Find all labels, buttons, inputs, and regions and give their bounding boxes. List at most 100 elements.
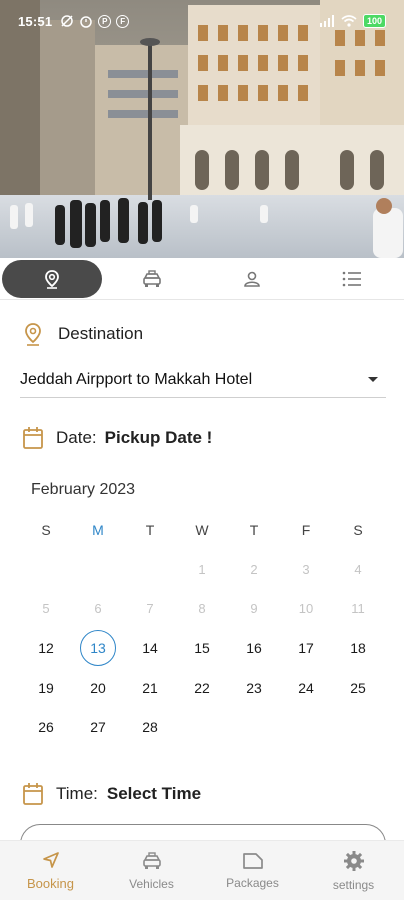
calendar-day-number: 4: [354, 561, 362, 577]
calendar-day-number: 15: [194, 640, 210, 657]
time-section: Time: Select Time: [22, 780, 201, 808]
calendar-weekday-row: SMTWTFS: [20, 510, 384, 550]
calendar-day[interactable]: 14: [124, 629, 176, 668]
nav-label: Packages: [226, 875, 279, 890]
nav-label: Vehicles: [129, 876, 174, 891]
calendar-empty-cell: [280, 708, 332, 747]
calendar-day[interactable]: 26: [20, 708, 72, 747]
calendar-day-number: 24: [298, 679, 314, 696]
nav-booking[interactable]: Booking: [0, 841, 101, 900]
nav-packages[interactable]: Packages: [202, 841, 303, 900]
calendar-day: 7: [124, 589, 176, 628]
calendar-empty-cell: [332, 708, 384, 747]
calendar-week-row: 19 20 21 22 23 24 25: [20, 668, 384, 708]
calendar-weekday: W: [195, 521, 209, 538]
calendar-day-number: 11: [351, 601, 365, 617]
date-section: Date: Pickup Date !: [22, 424, 212, 452]
calendar-day-number: 17: [298, 640, 314, 657]
step-tab-destination[interactable]: [2, 259, 102, 298]
calendar-day-number: 28: [142, 719, 158, 736]
calendar-day[interactable]: 25: [332, 668, 384, 707]
time-label: Time:: [56, 784, 98, 803]
calendar-day[interactable]: 18: [332, 629, 384, 668]
nav-vehicles[interactable]: Vehicles: [101, 841, 202, 900]
nav-label: Booking: [27, 876, 74, 891]
calendar-day-number: 23: [246, 679, 262, 696]
calendar-day-number: 2: [250, 561, 258, 577]
calendar-day-number: 14: [142, 640, 158, 657]
folder-icon: [242, 852, 263, 869]
calendar-day[interactable]: 17: [280, 629, 332, 668]
calendar-day[interactable]: 23: [228, 668, 280, 707]
list-icon: [342, 271, 361, 286]
status-time: 15:51: [18, 13, 53, 29]
calendar-day: 4: [332, 550, 384, 589]
taxi-icon: [143, 269, 161, 287]
calendar-day[interactable]: 15: [176, 629, 228, 668]
location-pin-icon: [45, 269, 59, 289]
calendar-day-number: 12: [38, 640, 54, 657]
calendar-day: 3: [280, 550, 332, 589]
calendar-day: 6: [72, 589, 124, 628]
calendar-weekday: F: [301, 521, 311, 538]
calendar-day: 1: [176, 550, 228, 589]
calendar-weekday: T: [249, 521, 259, 538]
destination-section: Destination: [22, 320, 143, 348]
step-tab-summary[interactable]: [302, 260, 402, 298]
step-tab-vehicle[interactable]: [102, 260, 202, 298]
calendar-week-row: 26 27 28: [20, 708, 384, 748]
calendar-day[interactable]: 27: [72, 708, 124, 747]
calendar-day[interactable]: 24: [280, 668, 332, 707]
calendar-day-number: 25: [350, 679, 366, 696]
calendar-day-selected[interactable]: 13: [72, 629, 124, 668]
calendar-day[interactable]: 22: [176, 668, 228, 707]
calendar-day-number: 7: [146, 601, 154, 617]
calendar-day[interactable]: 20: [72, 668, 124, 707]
calendar-day: 10: [280, 589, 332, 628]
calendar-day[interactable]: 16: [228, 629, 280, 668]
step-tab-passenger[interactable]: [202, 260, 302, 298]
calendar-day[interactable]: 21: [124, 668, 176, 707]
calendar-empty-cell: [228, 708, 280, 747]
date-value: Pickup Date !: [104, 428, 213, 447]
calendar-empty-cell: [72, 550, 124, 589]
nav-settings[interactable]: settings: [303, 841, 404, 900]
calendar-empty-cell: [124, 550, 176, 589]
nav-label: settings: [332, 877, 375, 892]
calendar-day-number: 27: [90, 719, 106, 736]
calendar-day-number: 13: [80, 630, 116, 667]
destination-dropdown[interactable]: Jeddah Airpport to Makkah Hotel: [20, 362, 386, 398]
taxi-icon: [142, 851, 161, 869]
signal-icon: [319, 15, 334, 27]
calendar-day-number: 18: [350, 640, 366, 657]
person-icon: [244, 271, 260, 287]
calendar-day-number: 22: [194, 679, 210, 696]
calendar-day-number: 5: [42, 601, 50, 617]
calendar-empty-cell: [176, 708, 228, 747]
calendar-empty-cell: [20, 550, 72, 589]
calendar-icon: [23, 427, 43, 449]
destination-selected-value: Jeddah Airpport to Makkah Hotel: [20, 370, 253, 388]
calendar-day: 9: [228, 589, 280, 628]
calendar-day[interactable]: 28: [124, 708, 176, 747]
calendar-day[interactable]: 12: [20, 629, 72, 668]
sync-off-icon: [61, 15, 73, 27]
status-bar: 15:51 P F 100: [0, 0, 404, 42]
wifi-icon: [341, 15, 357, 27]
calendar-day: 5: [20, 589, 72, 628]
calendar-day-number: 8: [198, 601, 206, 617]
destination-label: Destination: [58, 324, 144, 343]
calendar-day: 2: [228, 550, 280, 589]
battery-icon: 100: [362, 14, 386, 28]
calendar-day-number: 20: [90, 679, 106, 696]
dropdown-arrow-icon: [368, 377, 378, 382]
time-value: Select Time: [106, 784, 202, 803]
gear-icon: [343, 850, 364, 871]
calendar-day[interactable]: 19: [20, 668, 72, 707]
calendar-day: 11: [332, 589, 384, 628]
calendar-weekday: M: [92, 521, 104, 538]
bottom-navigation: Booking Vehicles Packages settings: [0, 840, 404, 900]
calendar-week-row: 1 2 3 4: [20, 550, 384, 590]
navigation-arrow-icon: [42, 852, 59, 868]
calendar-icon: [23, 783, 43, 805]
